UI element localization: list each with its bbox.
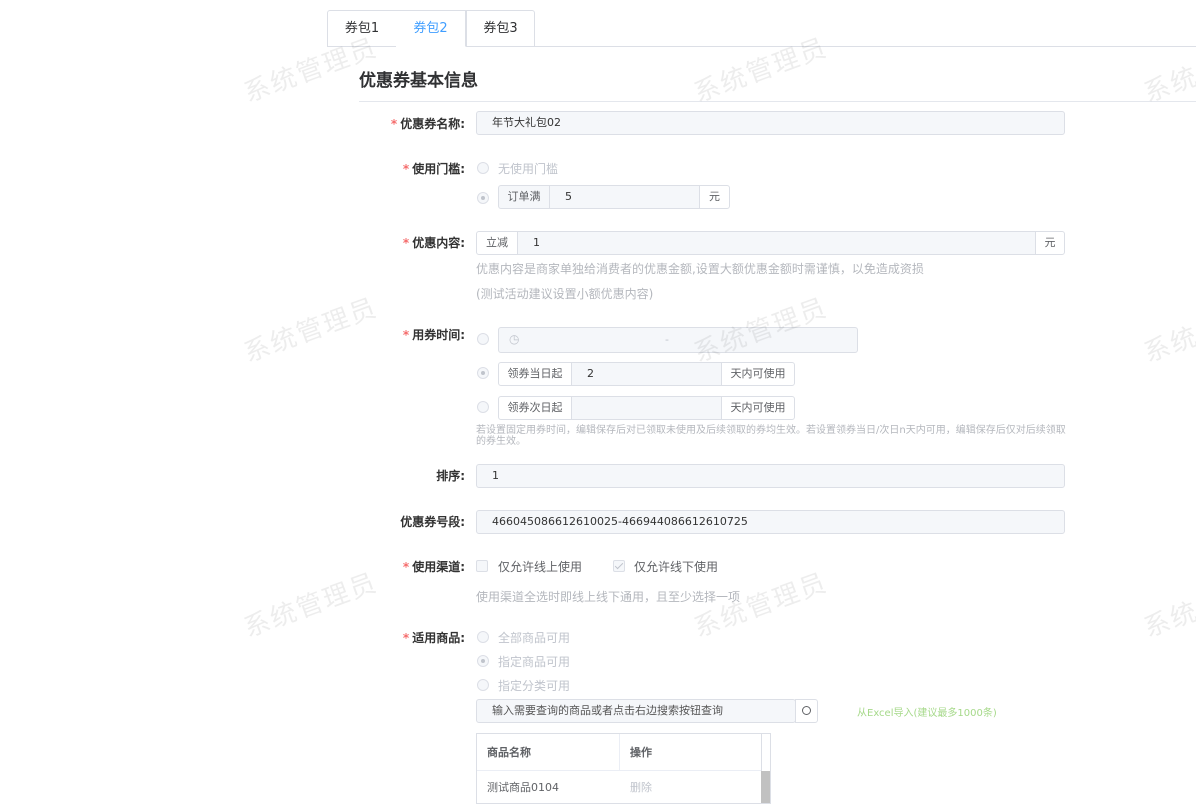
required-mark: * — [402, 631, 410, 645]
search-icon — [802, 706, 811, 715]
online-only-label: 仅允许线上使用 — [498, 560, 583, 574]
code-range-input[interactable]: 466045086612610025-466944086612610725 — [476, 510, 1065, 534]
same-day-days-input[interactable]: 2 — [571, 362, 722, 386]
goods-specific-radio[interactable] — [477, 655, 489, 667]
channel-label: * 使用渠道: — [402, 560, 465, 574]
usage-time-next-day-radio[interactable] — [477, 401, 489, 413]
threshold-order-prefix: 订单满 — [498, 185, 550, 209]
next-day-suffix: 天内可使用 — [721, 396, 795, 420]
table-scrollbar[interactable] — [761, 734, 770, 803]
threshold-label: * 使用门槛: — [402, 162, 465, 176]
discount-suffix: 元 — [1035, 231, 1065, 255]
threshold-order-suffix: 元 — [699, 185, 730, 209]
usage-time-range-radio[interactable] — [477, 333, 489, 345]
goods-specific-label: 指定商品可用 — [498, 655, 571, 669]
watermark: 系统管理员 — [1139, 292, 1196, 369]
coupon-name-label: * 优惠券名称: — [390, 117, 465, 131]
tab-coupon-package-1[interactable]: 券包1 — [327, 10, 397, 47]
tab-coupon-package-2[interactable]: 券包2 — [396, 10, 466, 47]
page: 系统管理员 系统管理员 系统管理员 系统管理员 系统管理员 系统管理员 系统管理… — [0, 0, 1196, 804]
goods-table: 商品名称 操作 测试商品0104 删除 — [476, 733, 771, 804]
section-divider — [359, 101, 1196, 102]
discount-content-label: * 优惠内容: — [402, 236, 465, 250]
usage-time-label: * 用券时间: — [402, 328, 465, 342]
required-mark: * — [402, 328, 410, 342]
required-mark: * — [390, 117, 398, 131]
next-day-prefix: 领券次日起 — [498, 396, 572, 420]
coupon-name-input[interactable]: 年节大礼包02 — [476, 111, 1065, 135]
online-only-checkbox[interactable] — [476, 560, 488, 572]
required-mark: * — [402, 162, 410, 176]
column-header-action: 操作 — [620, 734, 763, 771]
range-separator: - — [665, 333, 669, 346]
offline-only-checkbox[interactable] — [613, 560, 625, 572]
usage-time-same-day-radio[interactable] — [477, 367, 489, 379]
clock-icon: ◷ — [509, 332, 520, 346]
usage-time-range-picker[interactable]: ◷ - — [498, 327, 858, 353]
discount-hint: 优惠内容是商家单独给消费者的优惠金额,设置大额优惠金额时需谨慎，以免造成资损 — [476, 262, 924, 276]
same-day-suffix: 天内可使用 — [721, 362, 795, 386]
same-day-prefix: 领券当日起 — [498, 362, 572, 386]
next-day-days-input[interactable] — [571, 396, 722, 420]
goods-all-label: 全部商品可用 — [498, 631, 571, 645]
goods-all-radio[interactable] — [477, 631, 489, 643]
goods-label: * 适用商品: — [402, 631, 465, 645]
threshold-none-radio[interactable] — [477, 162, 489, 174]
scrollbar-thumb[interactable] — [761, 771, 770, 803]
coupon-package-tabs: 券包1 券包2 券包3 — [327, 10, 1196, 47]
goods-search-input[interactable]: 输入需要查询的商品或者点击右边搜索按钮查询 — [476, 699, 796, 723]
threshold-order-radio[interactable] — [477, 192, 489, 204]
table-cell-goods-name: 测试商品0104 — [487, 781, 559, 794]
discount-prefix: 立减 — [476, 231, 518, 255]
offline-only-label: 仅允许线下使用 — [634, 560, 719, 574]
sort-label: 排序: — [436, 469, 465, 483]
required-mark: * — [402, 236, 410, 250]
sort-input[interactable]: 1 — [476, 464, 1065, 488]
watermark: 系统管理员 — [1139, 567, 1196, 644]
section-title: 优惠券基本信息 — [359, 71, 478, 91]
usage-time-hint: 若设置固定用券时间，编辑保存后对已领取未使用及后续领取的券均生效。若设置领券当日… — [476, 425, 1066, 447]
watermark: 系统管理员 — [239, 567, 382, 644]
search-button[interactable] — [795, 699, 818, 723]
channel-hint: 使用渠道全选时即线上线下通用，且至少选择一项 — [476, 590, 741, 604]
discount-test-hint: (测试活动建议设置小额优惠内容) — [476, 287, 654, 301]
watermark: 系统管理员 — [239, 292, 382, 369]
column-header-goods-name: 商品名称 — [477, 734, 620, 771]
goods-category-radio[interactable] — [477, 679, 489, 691]
discount-amount-input[interactable]: 1 — [517, 231, 1036, 255]
tab-coupon-package-3[interactable]: 券包3 — [466, 10, 535, 47]
code-range-label: 优惠券号段: — [400, 515, 465, 529]
required-mark: * — [402, 560, 410, 574]
threshold-order-input[interactable]: 5 — [549, 185, 700, 209]
goods-category-label: 指定分类可用 — [498, 679, 571, 693]
delete-link[interactable]: 删除 — [620, 771, 763, 803]
excel-import-link[interactable]: 从Excel导入(建议最多1000条) — [857, 704, 997, 719]
threshold-none-label: 无使用门槛 — [498, 162, 559, 176]
